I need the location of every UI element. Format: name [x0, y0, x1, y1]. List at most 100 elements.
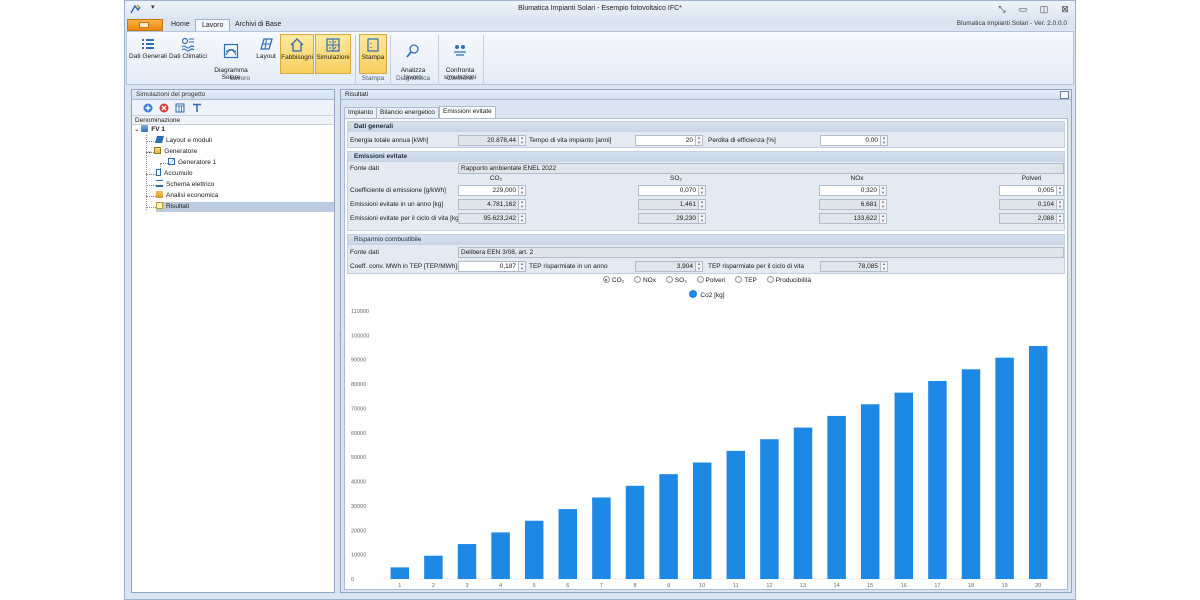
tree-item-generatore-1[interactable]: Generatore 1	[168, 158, 216, 168]
radio-circle	[766, 276, 774, 283]
radio-tep[interactable]: TEP	[735, 276, 757, 286]
perdita-efficienza-field[interactable]: 0,00 ▲ ▼	[820, 135, 888, 146]
restore-ribbon-icon[interactable]: ⤡	[996, 3, 1008, 15]
x-tick-label: 1	[398, 583, 401, 589]
confronta-simulazioni-button[interactable]: Confronta simulazioni	[441, 34, 479, 81]
simulazioni-label: Simulazioni	[316, 54, 350, 61]
print-icon	[367, 38, 379, 52]
coeff-so2-field[interactable]: 0,070 ▲ ▼	[638, 185, 706, 196]
section-risparmio-combustibile: Risparmio combustibile Fonte dati Delibe…	[347, 234, 1065, 274]
radio-co2[interactable]: CO₂	[602, 276, 624, 286]
ribbon-separator	[355, 35, 356, 83]
tree-item-generatore[interactable]: ⌄ Generatore	[147, 147, 197, 157]
coeff-polveri-field[interactable]: 0,005 ▲ ▼	[999, 185, 1064, 196]
spin-buttons[interactable]: ▲ ▼	[518, 261, 525, 271]
coeff-nox-field[interactable]: 0,320 ▲ ▼	[819, 185, 887, 196]
column-polveri: Polveri	[1021, 175, 1042, 182]
tree-item-schema-elettrico[interactable]: Schema elettrico	[156, 180, 214, 190]
x-tick-label: 2	[432, 583, 435, 589]
tab-impianto[interactable]: Impianto	[344, 107, 377, 118]
diagramma-solare-button[interactable]: Diagramma Solare	[210, 34, 252, 81]
maximize-button[interactable]: ◫	[1038, 3, 1050, 15]
file-menu-button[interactable]	[127, 19, 163, 31]
radio-circle	[696, 276, 704, 283]
tab-emissioni-evitate[interactable]: Emissioni evitate	[439, 106, 496, 118]
bar	[894, 392, 914, 579]
dati-climatici-button[interactable]: Dati Climatici	[168, 34, 208, 74]
bar	[424, 555, 443, 579]
energia-label: Energia totale annua [kWh]	[350, 137, 429, 144]
fonte-dati-field: Rapporto ambientale ENEL 2022	[458, 163, 1064, 174]
spin-buttons[interactable]: ▲ ▼	[880, 135, 887, 145]
tree-item-accumulo[interactable]: Accumulo	[156, 169, 193, 179]
radio-circle	[665, 276, 673, 283]
group-confronti-label: Confronti	[446, 75, 474, 82]
y-tick-label: 30000	[351, 504, 366, 510]
y-tick-label: 100000	[351, 333, 369, 339]
spin-buttons: ▲ ▼	[1056, 213, 1063, 223]
panel-splitter[interactable]: ⋮	[336, 331, 344, 345]
tab-archivi-di-base[interactable]: Archivi di Base	[229, 19, 287, 31]
spin-buttons[interactable]: ▲ ▼	[879, 185, 886, 195]
coeff-conv-field[interactable]: 0,187 ▲ ▼	[458, 261, 526, 272]
tree-item-analisi-economica[interactable]: Analisi economica	[156, 191, 218, 201]
bar	[692, 462, 712, 579]
tree-line	[146, 174, 156, 175]
y-tick-label: 60000	[351, 431, 366, 437]
list-icon	[142, 39, 154, 49]
spin-buttons[interactable]: ▲ ▼	[1056, 185, 1063, 195]
fabbisogni-button[interactable]: Fabbisogni	[280, 34, 314, 74]
tree-item-risultati[interactable]: Risultati	[156, 202, 334, 212]
tep-ciclo-field: 78,085 ▲ ▼	[820, 261, 888, 272]
tree-item-fv1[interactable]: ⌄ FV 1	[134, 125, 165, 135]
pin-icon[interactable]	[1060, 91, 1069, 99]
legend-series-label: Co2 [kg]	[700, 292, 725, 299]
coeff-co2-field[interactable]: 229,000 ▲ ▼	[458, 185, 526, 196]
stampa-button[interactable]: Stampa	[359, 34, 387, 74]
delete-icon[interactable]	[159, 103, 169, 113]
anno-co2-field: 4.781,162 ▲ ▼	[458, 199, 526, 210]
tab-home[interactable]: Home	[165, 19, 196, 31]
spin-buttons[interactable]: ▲ ▼	[695, 135, 702, 145]
tab-bilancio-energetico[interactable]: Bilancio energetico	[376, 107, 439, 118]
x-tick-label: 5	[533, 583, 536, 589]
tempo-vita-field[interactable]: 20 ▲ ▼	[635, 135, 703, 146]
columns-icon[interactable]	[175, 103, 185, 113]
bar	[760, 439, 779, 579]
spin-buttons[interactable]: ▲ ▼	[518, 185, 525, 195]
right-panel: Risultati Impianto Bilancio energetico E…	[340, 89, 1072, 593]
collapse-icon[interactable]: ⌄	[147, 148, 152, 155]
radio-so2[interactable]: SO₂	[665, 276, 687, 286]
version-label: Blumatica Impianti Solari - Ver. 2.0.0.0	[956, 20, 1067, 27]
filter-icon[interactable]	[192, 103, 202, 113]
radio-polveri[interactable]: Polveri	[696, 276, 725, 286]
spin-buttons[interactable]: ▲ ▼	[518, 135, 525, 145]
analizza-lavoro-button[interactable]: Analizza lavoro	[395, 34, 431, 81]
perdita-label: Perdita di efficienza [%]	[708, 137, 776, 144]
dati-generali-button[interactable]: Dati Generali	[129, 34, 167, 74]
spin-buttons: ▲ ▼	[879, 199, 886, 209]
close-button[interactable]: ⊠	[1059, 3, 1071, 15]
x-tick-label: 10	[699, 583, 705, 589]
x-tick-label: 20	[1035, 583, 1041, 589]
bar	[726, 450, 746, 579]
group-diagnostica-label: Diagnostica	[396, 75, 430, 82]
radio-producibilita[interactable]: Producibilità	[766, 276, 811, 286]
simulazioni-button[interactable]: Simulazioni	[315, 34, 351, 74]
ciclo-so2-field: 29,230 ▲ ▼	[638, 213, 706, 224]
x-tick-label: 8	[633, 583, 636, 589]
layout-icon	[260, 38, 273, 50]
layout-button[interactable]: Layout	[254, 34, 278, 74]
radio-nox[interactable]: NOx	[633, 276, 656, 286]
bar	[860, 404, 880, 579]
emissioni-anno-label: Emissioni evitate in un anno [kg]	[350, 201, 444, 208]
collapse-icon[interactable]: ⌄	[134, 126, 139, 133]
add-icon[interactable]	[143, 103, 153, 113]
tab-lavoro[interactable]: Lavoro	[195, 19, 231, 31]
tree-item-layout-e-moduli[interactable]: Layout e moduli	[155, 136, 212, 146]
left-panel: Simulazioni del progetto Denominazione ⌄…	[131, 89, 335, 593]
tree-line	[146, 207, 156, 208]
spin-buttons[interactable]: ▲ ▼	[698, 185, 705, 195]
minimize-button[interactable]: ▭	[1017, 3, 1029, 15]
y-tick-label: 70000	[351, 406, 366, 412]
